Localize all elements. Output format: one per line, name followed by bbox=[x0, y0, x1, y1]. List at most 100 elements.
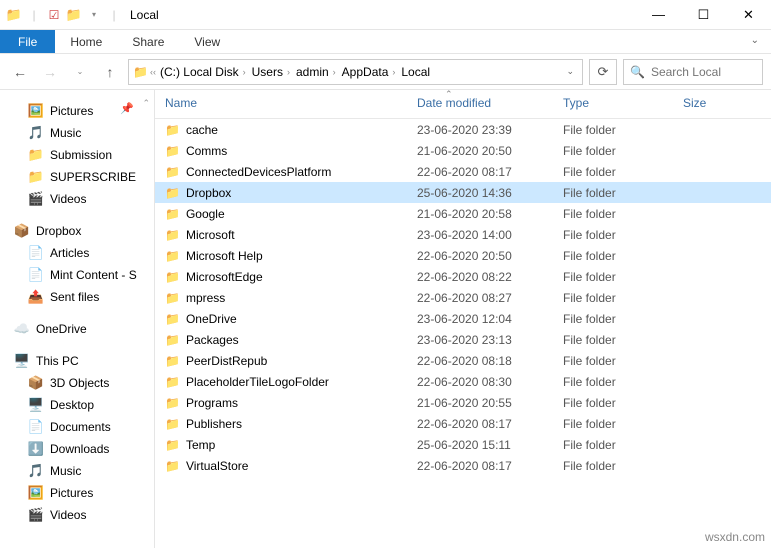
window-controls: — ☐ ✕ bbox=[636, 0, 771, 30]
sidebar-item[interactable]: 📁SUPERSCRIBE bbox=[0, 166, 154, 188]
table-row[interactable]: 📁Google21-06-2020 20:58File folder bbox=[155, 203, 771, 224]
table-row[interactable]: 📁Temp25-06-2020 15:11File folder bbox=[155, 434, 771, 455]
tab-file[interactable]: File bbox=[0, 30, 55, 53]
cell-type: File folder bbox=[563, 354, 683, 368]
history-dropdown-icon[interactable]: ⌄ bbox=[68, 60, 92, 84]
sidebar-item-label: Pictures bbox=[50, 104, 93, 118]
maximize-button[interactable]: ☐ bbox=[681, 0, 726, 30]
breadcrumb[interactable]: admin› bbox=[294, 65, 338, 79]
search-input[interactable] bbox=[651, 65, 756, 79]
folder-icon: 📁 bbox=[165, 438, 180, 452]
sidebar-item[interactable]: 🎵Music bbox=[0, 460, 154, 482]
item-icon: 📦 bbox=[28, 375, 44, 391]
cell-date: 23-06-2020 23:39 bbox=[417, 123, 563, 137]
column-header-size[interactable]: Size bbox=[683, 96, 771, 110]
refresh-button[interactable]: ⟳ bbox=[589, 59, 617, 85]
qat-divider: | bbox=[26, 7, 42, 23]
sidebar-item[interactable]: 🖼️Pictures bbox=[0, 482, 154, 504]
table-row[interactable]: 📁ConnectedDevicesPlatform22-06-2020 08:1… bbox=[155, 161, 771, 182]
table-row[interactable]: 📁mpress22-06-2020 08:27File folder bbox=[155, 287, 771, 308]
cell-type: File folder bbox=[563, 207, 683, 221]
sidebar-item[interactable]: 📤Sent files bbox=[0, 286, 154, 308]
table-row[interactable]: 📁Programs21-06-2020 20:55File folder bbox=[155, 392, 771, 413]
new-folder-icon[interactable]: 📁 bbox=[66, 7, 82, 23]
cell-date: 21-06-2020 20:55 bbox=[417, 396, 563, 410]
file-name: Publishers bbox=[186, 417, 242, 431]
search-box[interactable]: 🔍 bbox=[623, 59, 763, 85]
quick-access-toolbar: 📁 | ☑ 📁 ▾ | bbox=[0, 7, 122, 23]
table-row[interactable]: 📁Dropbox25-06-2020 14:36File folder bbox=[155, 182, 771, 203]
table-row[interactable]: 📁MicrosoftEdge22-06-2020 08:22File folde… bbox=[155, 266, 771, 287]
tab-home[interactable]: Home bbox=[55, 30, 117, 53]
folder-icon: 📁 bbox=[165, 144, 180, 158]
table-row[interactable]: 📁VirtualStore22-06-2020 08:17File folder bbox=[155, 455, 771, 476]
tab-share[interactable]: Share bbox=[117, 30, 179, 53]
cell-date: 22-06-2020 20:50 bbox=[417, 249, 563, 263]
back-button[interactable]: ← bbox=[8, 60, 32, 84]
sidebar-item[interactable]: 🎵Music bbox=[0, 122, 154, 144]
cell-type: File folder bbox=[563, 270, 683, 284]
sidebar-item[interactable]: 📁Submission bbox=[0, 144, 154, 166]
qat-dropdown-icon[interactable]: ▾ bbox=[86, 7, 102, 23]
forward-button[interactable]: → bbox=[38, 60, 62, 84]
table-row[interactable]: 📁Comms21-06-2020 20:50File folder bbox=[155, 140, 771, 161]
sidebar-item-label: SUPERSCRIBE bbox=[50, 170, 136, 184]
folder-icon: 📁 bbox=[165, 354, 180, 368]
table-row[interactable]: 📁PlaceholderTileLogoFolder22-06-2020 08:… bbox=[155, 371, 771, 392]
table-row[interactable]: 📁Microsoft23-06-2020 14:00File folder bbox=[155, 224, 771, 245]
folder-icon[interactable]: 📁 bbox=[6, 7, 22, 23]
cell-name: 📁Publishers bbox=[165, 417, 417, 431]
breadcrumb[interactable]: Local bbox=[399, 65, 432, 79]
sidebar-item[interactable]: 🖥️Desktop bbox=[0, 394, 154, 416]
column-header-type[interactable]: Type bbox=[563, 96, 683, 110]
properties-icon[interactable]: ☑ bbox=[46, 7, 62, 23]
qat-divider: | bbox=[106, 7, 122, 23]
breadcrumb[interactable]: AppData› bbox=[340, 65, 398, 79]
sidebar-item[interactable]: 📦3D Objects bbox=[0, 372, 154, 394]
sidebar-item[interactable]: 📄Documents bbox=[0, 416, 154, 438]
column-header-date[interactable]: Date modified bbox=[417, 96, 563, 110]
breadcrumb[interactable]: (C:) Local Disk› bbox=[158, 65, 248, 79]
table-row[interactable]: 📁Microsoft Help22-06-2020 20:50File fold… bbox=[155, 245, 771, 266]
table-row[interactable]: 📁cache23-06-2020 23:39File folder bbox=[155, 119, 771, 140]
cell-type: File folder bbox=[563, 396, 683, 410]
ribbon: File Home Share View ⌄ bbox=[0, 30, 771, 54]
ribbon-expand-icon[interactable]: ⌄ bbox=[739, 30, 771, 53]
dropbox-icon: 📦 bbox=[14, 223, 30, 239]
sidebar-item-dropbox[interactable]: 📦Dropbox bbox=[0, 220, 154, 242]
file-name: Google bbox=[186, 207, 225, 221]
cell-name: 📁Dropbox bbox=[165, 186, 417, 200]
cell-type: File folder bbox=[563, 459, 683, 473]
address-dropdown-icon[interactable]: ⌄ bbox=[562, 66, 578, 77]
sidebar-item[interactable]: ⬇️Downloads bbox=[0, 438, 154, 460]
table-row[interactable]: 📁PeerDistRepub22-06-2020 08:18File folde… bbox=[155, 350, 771, 371]
item-icon: 📄 bbox=[28, 245, 44, 261]
tab-view[interactable]: View bbox=[179, 30, 235, 53]
sidebar-item[interactable]: 📄Articles bbox=[0, 242, 154, 264]
table-row[interactable]: 📁Publishers22-06-2020 08:17File folder bbox=[155, 413, 771, 434]
sidebar-item[interactable]: 🎬Videos bbox=[0, 188, 154, 210]
breadcrumb[interactable]: Users› bbox=[250, 65, 292, 79]
sidebar-item-onedrive[interactable]: ☁️OneDrive bbox=[0, 318, 154, 340]
minimize-button[interactable]: — bbox=[636, 0, 681, 30]
sidebar-item-thispc[interactable]: 🖥️This PC bbox=[0, 350, 154, 372]
cell-type: File folder bbox=[563, 165, 683, 179]
scroll-up-icon[interactable]: ⌃ bbox=[142, 98, 150, 109]
pin-icon[interactable]: 📌 bbox=[120, 102, 134, 115]
cell-type: File folder bbox=[563, 186, 683, 200]
table-row[interactable]: 📁Packages23-06-2020 23:13File folder bbox=[155, 329, 771, 350]
cell-name: 📁Programs bbox=[165, 396, 417, 410]
address-bar[interactable]: 📁 ‹‹ (C:) Local Disk› Users› admin› AppD… bbox=[128, 59, 583, 85]
up-button[interactable]: ↑ bbox=[98, 60, 122, 84]
table-row[interactable]: 📁OneDrive23-06-2020 12:04File folder bbox=[155, 308, 771, 329]
window-title: Local bbox=[130, 8, 159, 22]
sidebar-item[interactable]: 🎬Videos bbox=[0, 504, 154, 526]
column-header-name[interactable]: Name bbox=[165, 96, 417, 110]
close-button[interactable]: ✕ bbox=[726, 0, 771, 30]
chevron-right-icon[interactable]: ‹‹ bbox=[150, 67, 156, 77]
cell-name: 📁Packages bbox=[165, 333, 417, 347]
sidebar-item[interactable]: 📄Mint Content - S bbox=[0, 264, 154, 286]
cell-date: 22-06-2020 08:27 bbox=[417, 291, 563, 305]
file-name: Programs bbox=[186, 396, 238, 410]
item-icon: 🎵 bbox=[28, 463, 44, 479]
